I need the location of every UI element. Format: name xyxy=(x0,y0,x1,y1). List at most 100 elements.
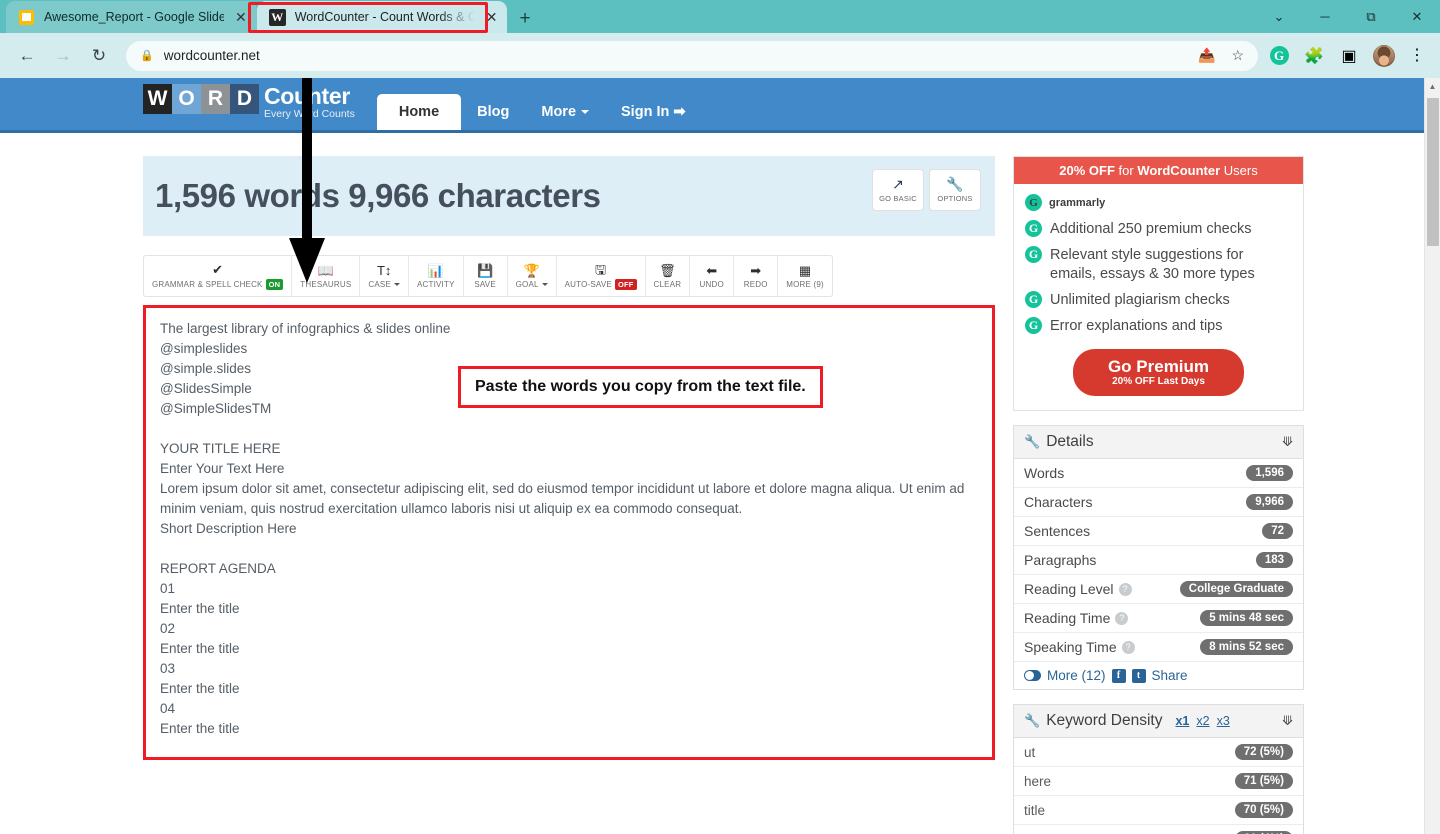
nav-item-more[interactable]: More xyxy=(525,94,605,130)
site-logo[interactable]: W O R D Counter Every Word Counts xyxy=(143,78,355,130)
keyword-row: ut 72 (5%) xyxy=(1014,738,1303,767)
multiplier-x1[interactable]: x1 xyxy=(1175,714,1189,728)
details-row-sentences: Sentences 72 xyxy=(1014,517,1303,546)
toolbar-undo[interactable]: ⬅ UNDO xyxy=(690,256,735,296)
chevron-down-icon[interactable]: ⟱ xyxy=(1282,713,1293,729)
logo-block-d: D xyxy=(230,84,259,114)
editor-line: Enter Your Text Here xyxy=(160,461,285,476)
close-icon[interactable]: ✕ xyxy=(486,10,498,24)
toolbar-auto-save[interactable]: 🖫 AUTO-SAVE OFF xyxy=(557,256,646,296)
close-icon[interactable]: ✕ xyxy=(1394,0,1440,33)
logo-block-r: R xyxy=(201,84,230,114)
toolbar-grammar-label: GRAMMAR & SPELL CHECK xyxy=(152,279,263,289)
browser-tab-wordcounter[interactable]: W WordCounter - Count Words & C ✕ xyxy=(256,1,508,33)
details-row-characters: Characters 9,966 xyxy=(1014,488,1303,517)
grammarly-icon[interactable]: G xyxy=(1268,45,1290,67)
close-icon[interactable]: ✕ xyxy=(235,10,247,24)
status-badge: OFF xyxy=(614,278,637,290)
grammarly-icon: G xyxy=(1025,291,1042,308)
status-badge: ON xyxy=(265,278,284,290)
scrollbar-thumb[interactable] xyxy=(1427,98,1439,246)
forward-icon[interactable]: → xyxy=(46,39,80,73)
toolbar-save[interactable]: 💾 SAVE xyxy=(464,256,508,296)
floppy-icon: 🖫 xyxy=(595,262,607,277)
kebab-menu-icon[interactable]: ⋮ xyxy=(1408,48,1426,63)
external-link-icon: ↗ xyxy=(892,176,904,192)
go-premium-label: Go Premium xyxy=(1107,357,1210,376)
go-basic-label: GO BASIC xyxy=(879,194,917,203)
details-panel: 🔧 Details ⟱ Words 1,596 Characters 9,966 xyxy=(1013,425,1304,690)
toolbar-clear[interactable]: 🗑 CLEAR xyxy=(646,256,691,296)
address-bar[interactable]: 🔒 wordcounter.net 📤 ☆ xyxy=(126,40,1258,71)
editor-line: Enter the title xyxy=(160,759,978,760)
left-column: 1,596 words 9,966 characters ↗ GO BASIC … xyxy=(143,156,995,834)
go-basic-button[interactable]: ↗ GO BASIC xyxy=(872,169,924,211)
help-icon[interactable]: ? xyxy=(1115,611,1129,625)
star-icon[interactable]: ☆ xyxy=(1231,47,1244,64)
sidepanel-icon[interactable]: ▣ xyxy=(1338,45,1360,67)
site-navigation: W O R D Counter Every Word Counts Home B… xyxy=(0,78,1424,133)
multiplier-x2[interactable]: x2 xyxy=(1196,714,1209,728)
toolbar-thesaurus[interactable]: 📖 THESAURUS xyxy=(292,256,361,296)
chevron-down-icon xyxy=(394,282,400,286)
nav-item-blog[interactable]: Blog xyxy=(461,94,525,130)
minimize-icon[interactable]: ─ xyxy=(1302,0,1348,33)
browser-window: Awesome_Report - Google Slides ✕ W WordC… xyxy=(0,0,1440,834)
facebook-icon[interactable]: f xyxy=(1111,668,1126,683)
options-label: OPTIONS xyxy=(937,194,973,203)
share-icon[interactable]: 📤 xyxy=(1198,47,1215,64)
row-label: Reading Time xyxy=(1024,610,1111,626)
toolbar-activity[interactable]: 📊 ACTIVITY xyxy=(409,256,464,296)
editor-line: 03 xyxy=(160,661,176,676)
keyword-label: ut xyxy=(1024,744,1036,760)
editor-line: Enter the title xyxy=(160,721,240,736)
new-tab-button[interactable]: + xyxy=(519,9,530,28)
details-row-speaking-time: Speaking Time? 8 mins 52 sec xyxy=(1014,633,1303,662)
reload-icon[interactable]: ↻ xyxy=(82,39,116,73)
multiplier-x3[interactable]: x3 xyxy=(1217,714,1230,728)
more-link[interactable]: More (12) xyxy=(1047,668,1106,683)
keyword-density-title: Keyword Density xyxy=(1046,712,1163,729)
promo-heading-users: Users xyxy=(1220,163,1258,178)
restore-icon[interactable]: ⧉ xyxy=(1348,0,1394,33)
editor-line: Short Description Here xyxy=(160,521,297,536)
keyword-value: 72 (5%) xyxy=(1234,744,1293,760)
back-icon[interactable]: ← xyxy=(10,39,44,73)
nav-item-home[interactable]: Home xyxy=(376,94,462,130)
puzzle-icon[interactable]: 🧩 xyxy=(1303,45,1325,67)
tab-title: Awesome_Report - Google Slides xyxy=(44,10,224,24)
toolbar-more[interactable]: ▦ MORE (9) xyxy=(778,256,832,296)
page-scrollbar[interactable]: ▲ xyxy=(1424,78,1440,834)
editor-line: 02 xyxy=(160,621,176,636)
tab-search-icon[interactable]: ⌄ xyxy=(1256,0,1302,33)
nav-item-signin[interactable]: Sign In ➡ xyxy=(605,94,702,130)
text-editor-area[interactable]: The largest library of infographics & sl… xyxy=(143,305,995,760)
chevron-down-icon[interactable]: ⟱ xyxy=(1282,434,1293,450)
grammarly-icon: G xyxy=(1025,317,1042,334)
arrow-left-icon: ⬅ xyxy=(706,263,718,278)
row-label: Sentences xyxy=(1024,523,1091,539)
twitter-icon[interactable]: t xyxy=(1131,668,1146,683)
grammarly-promo-card: 20% OFF for WordCounter Users G grammarl… xyxy=(1013,156,1304,411)
share-link[interactable]: Share xyxy=(1152,668,1188,683)
toolbar-activity-label: ACTIVITY xyxy=(417,279,455,289)
toolbar-auto-save-label: AUTO-SAVE xyxy=(564,279,612,289)
browser-tab-google-slides[interactable]: Awesome_Report - Google Slides ✕ xyxy=(6,1,257,33)
options-button[interactable]: 🔧 OPTIONS xyxy=(929,169,981,211)
slides-icon xyxy=(18,9,35,26)
word-count-headline: 1,596 words 9,966 characters xyxy=(155,177,601,214)
toolbar-grammar-spell-check[interactable]: ✔ GRAMMAR & SPELL CHECK ON xyxy=(144,256,293,296)
go-premium-button[interactable]: Go Premium 20% OFF Last Days xyxy=(1073,349,1244,396)
wordcounter-page: W O R D Counter Every Word Counts Home B… xyxy=(0,78,1424,834)
help-icon[interactable]: ? xyxy=(1118,582,1132,596)
scroll-up-icon[interactable]: ▲ xyxy=(1425,78,1440,95)
wordcounter-icon: W xyxy=(268,8,286,26)
save-icon: 💾 xyxy=(477,263,494,278)
help-icon[interactable]: ? xyxy=(1121,640,1135,654)
avatar[interactable] xyxy=(1373,44,1395,67)
toolbar-case[interactable]: T↕ CASE xyxy=(360,256,409,296)
toolbar-goal[interactable]: 🏆 GOAL xyxy=(508,256,557,296)
logo-block-o: O xyxy=(172,84,201,114)
toolbar-redo[interactable]: ➡ REDO xyxy=(734,256,779,296)
editor-line: Lorem ipsum dolor sit amet, consectetur … xyxy=(160,481,965,516)
